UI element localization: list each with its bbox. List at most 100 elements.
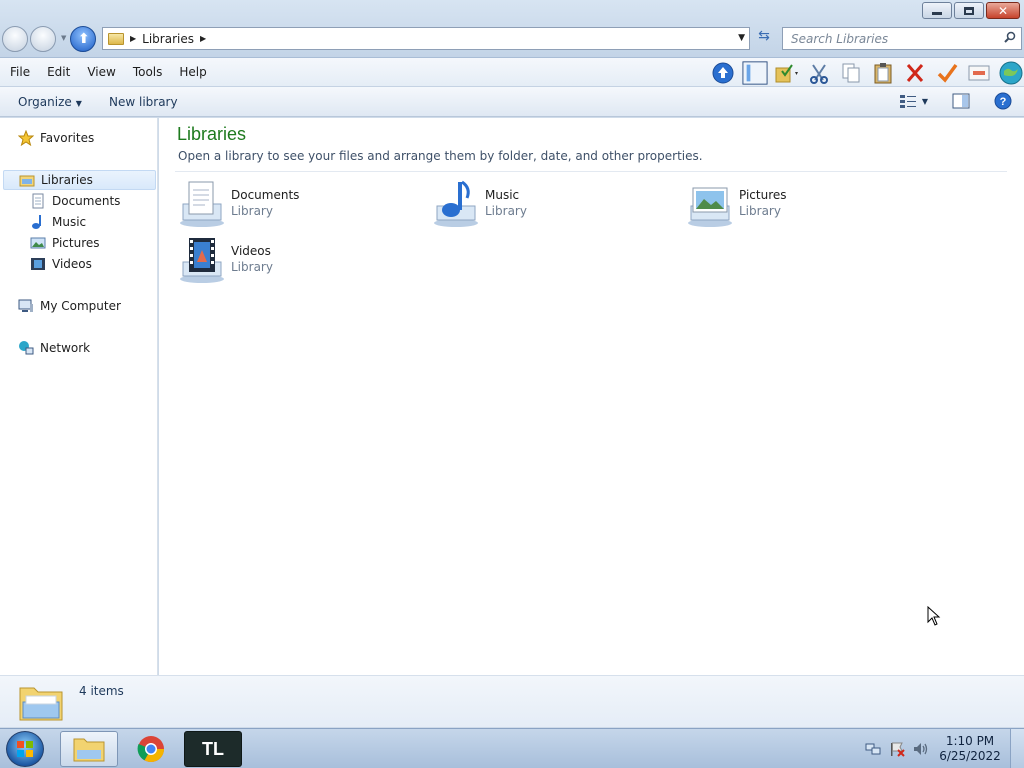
search-input[interactable]: Search Libraries bbox=[782, 27, 1022, 50]
checkmark-icon[interactable] bbox=[934, 61, 960, 85]
menu-tools[interactable]: Tools bbox=[133, 65, 163, 79]
libraries-folder-icon bbox=[19, 687, 63, 721]
close-button[interactable]: ✕ bbox=[986, 2, 1020, 19]
menu-help[interactable]: Help bbox=[179, 65, 206, 79]
minimize-icon bbox=[932, 11, 942, 15]
sidebar-item-libraries[interactable]: Libraries bbox=[3, 170, 156, 190]
delete-icon[interactable] bbox=[902, 61, 928, 85]
volume-icon[interactable] bbox=[912, 741, 930, 757]
properties-icon[interactable] bbox=[966, 61, 992, 85]
cut-icon[interactable] bbox=[806, 61, 832, 85]
organize-chevron-icon: ▼ bbox=[75, 99, 82, 108]
organize-label: Organize bbox=[18, 95, 72, 109]
sidebar-item-videos[interactable]: Videos bbox=[30, 254, 92, 274]
command-bar: Organize ▼ New library ▼ ? bbox=[0, 87, 1024, 117]
taskbar-tl-button[interactable]: TL bbox=[184, 731, 242, 767]
menu-file[interactable]: File bbox=[10, 65, 30, 79]
view-options-icon bbox=[899, 95, 916, 108]
library-type: Library bbox=[485, 204, 527, 218]
library-item-videos[interactable]: Videos Library bbox=[177, 234, 273, 284]
clock[interactable]: 1:10 PM 6/25/2022 bbox=[936, 734, 1004, 764]
sidebar-item-label: Music bbox=[52, 215, 87, 229]
mouse-cursor-icon bbox=[927, 606, 941, 626]
forward-button[interactable] bbox=[30, 26, 56, 52]
library-name: Pictures bbox=[739, 188, 787, 202]
sidebar-item-label: My Computer bbox=[40, 299, 121, 313]
up-arrow-icon: ⬆ bbox=[78, 31, 90, 47]
sidebar-item-network[interactable]: Network bbox=[18, 338, 90, 358]
library-name: Music bbox=[485, 188, 520, 202]
preview-pane-toggle-icon[interactable] bbox=[952, 93, 970, 109]
sidebar-item-favorites[interactable]: Favorites bbox=[18, 128, 94, 148]
help-icon[interactable]: ? bbox=[994, 92, 1012, 110]
sidebar-item-documents[interactable]: Documents bbox=[30, 191, 120, 211]
sidebar-item-music[interactable]: Music bbox=[30, 212, 86, 232]
documents-icon bbox=[30, 193, 46, 209]
music-library-icon bbox=[434, 180, 478, 227]
paste-icon[interactable] bbox=[870, 61, 896, 85]
restore-icon bbox=[964, 6, 974, 15]
library-name: Documents bbox=[231, 188, 300, 202]
videos-library-icon bbox=[180, 238, 224, 283]
start-button[interactable] bbox=[6, 731, 44, 767]
libraries-icon bbox=[19, 172, 35, 188]
sidebar-item-label: Videos bbox=[52, 257, 92, 271]
details-pane: 4 items bbox=[0, 675, 1024, 727]
libraries-folder-icon bbox=[108, 32, 124, 45]
taskbar-chrome-button[interactable] bbox=[122, 731, 180, 767]
sidebar-item-my-computer[interactable]: My Computer bbox=[18, 296, 121, 316]
globe-icon[interactable] bbox=[998, 61, 1024, 85]
change-view-button[interactable]: ▼ bbox=[899, 94, 928, 108]
breadcrumb-chevron-icon[interactable]: ▶ bbox=[200, 34, 206, 43]
menu-edit[interactable]: Edit bbox=[47, 65, 70, 79]
videos-icon bbox=[30, 256, 46, 272]
library-type: Library bbox=[739, 204, 781, 218]
up-arrow-icon[interactable] bbox=[710, 61, 736, 85]
recent-pages-chevron-icon[interactable]: ▼ bbox=[61, 34, 66, 42]
network-status-icon[interactable] bbox=[864, 741, 882, 757]
divider bbox=[175, 171, 1007, 172]
network-icon bbox=[18, 340, 34, 356]
menu-bar: File Edit View Tools Help bbox=[0, 58, 1024, 87]
restore-button[interactable] bbox=[954, 2, 984, 19]
address-dropdown-icon[interactable]: ▼ bbox=[738, 33, 745, 43]
library-type: Library bbox=[231, 260, 273, 274]
close-icon: ✕ bbox=[997, 3, 1009, 18]
library-item-music[interactable]: Music Library bbox=[431, 178, 527, 228]
preview-pane-icon[interactable] bbox=[742, 60, 768, 85]
clock-time: 1:10 PM bbox=[945, 734, 995, 748]
pictures-icon bbox=[30, 235, 46, 251]
organize-button[interactable]: Organize ▼ bbox=[18, 95, 82, 109]
back-button[interactable] bbox=[2, 26, 28, 52]
tl-app-label: TL bbox=[202, 738, 224, 759]
computer-icon bbox=[18, 298, 34, 314]
sidebar-item-pictures[interactable]: Pictures bbox=[30, 233, 100, 253]
up-button[interactable]: ⬆ bbox=[70, 26, 96, 52]
library-item-documents[interactable]: Documents Library bbox=[177, 178, 299, 228]
copy-icon[interactable] bbox=[838, 61, 864, 85]
folder-check-icon[interactable] bbox=[774, 61, 800, 85]
breadcrumb-separator-icon[interactable]: ▶ bbox=[130, 34, 136, 43]
minimize-button[interactable] bbox=[922, 2, 952, 19]
search-placeholder: Search Libraries bbox=[791, 31, 889, 46]
new-library-label: New library bbox=[109, 95, 178, 109]
page-subtitle: Open a library to see your files and arr… bbox=[178, 149, 703, 163]
sidebar-item-label: Favorites bbox=[40, 131, 95, 145]
navigation-pane: Favorites Libraries Documents Music Pict… bbox=[0, 118, 158, 675]
window-titlebar: ✕ ▼ ⬆ ▶ Libraries ▶ ▼ ⇆ Search Libraries bbox=[0, 0, 1024, 58]
library-item-pictures[interactable]: Pictures Library bbox=[685, 178, 787, 228]
menu-view[interactable]: View bbox=[87, 65, 115, 79]
show-desktop-button[interactable] bbox=[1010, 729, 1024, 768]
new-library-button[interactable]: New library bbox=[109, 95, 178, 109]
navigation-row: ▼ ⬆ ▶ Libraries ▶ ▼ ⇆ Search Libraries bbox=[2, 26, 1022, 52]
svg-text:?: ? bbox=[1000, 96, 1007, 108]
address-bar[interactable]: ▶ Libraries ▶ ▼ bbox=[102, 27, 750, 50]
chrome-icon bbox=[137, 736, 165, 763]
explorer-folder-icon bbox=[73, 738, 105, 762]
refresh-icon[interactable]: ⇆ bbox=[754, 28, 774, 49]
page-title: Libraries bbox=[177, 124, 247, 144]
breadcrumb-libraries[interactable]: Libraries bbox=[142, 32, 194, 46]
search-icon[interactable] bbox=[1004, 31, 1016, 43]
taskbar-explorer-button[interactable] bbox=[60, 731, 118, 767]
action-center-flag-icon[interactable] bbox=[888, 741, 906, 757]
